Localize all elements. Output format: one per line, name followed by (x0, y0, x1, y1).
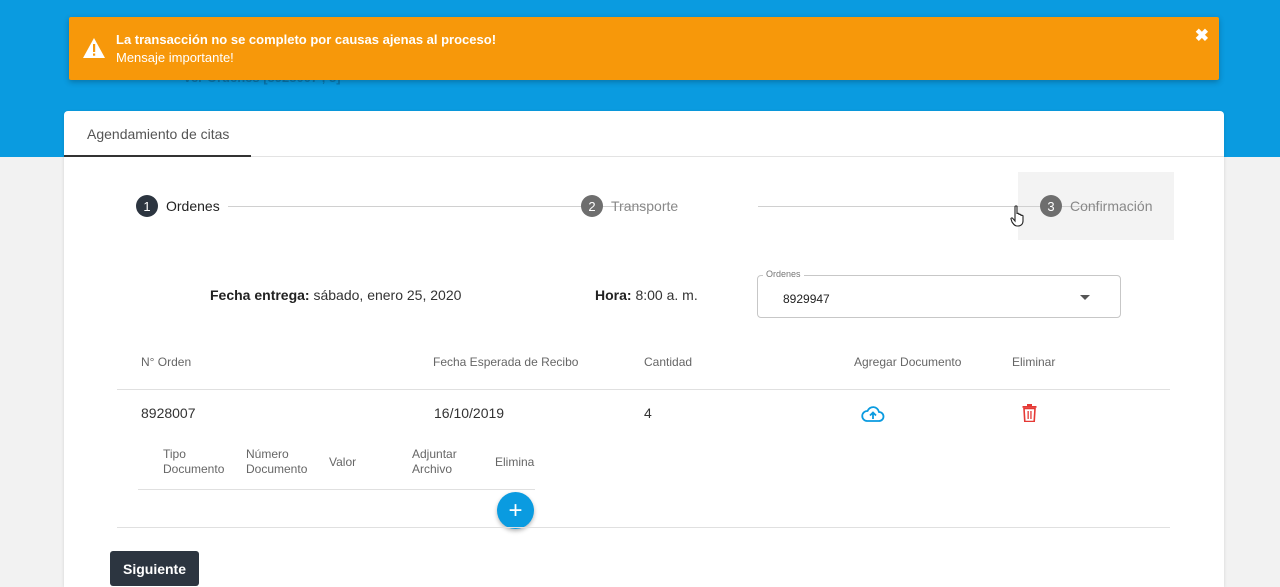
hora-value: 8:00 a. m. (635, 287, 698, 303)
hand-cursor-icon (1010, 205, 1024, 227)
fecha-label: Fecha entrega: (210, 287, 310, 303)
ordenes-select[interactable]: Ordenes 8929947 (757, 269, 1121, 318)
step-number: 2 (581, 195, 603, 217)
subtable-divider (138, 489, 535, 490)
trash-icon[interactable] (1022, 404, 1037, 422)
ordenes-select-value: 8929947 (783, 292, 830, 306)
close-icon[interactable]: ✖ (1195, 26, 1209, 46)
alert-subtitle: Mensaje importante! (116, 50, 234, 65)
step-confirmacion[interactable]: 3 Confirmación (1040, 195, 1152, 217)
chevron-down-icon[interactable] (1080, 295, 1090, 300)
subcol-header-tipo-text: Tipo Documento (163, 447, 225, 476)
cloud-upload-icon[interactable] (861, 404, 885, 424)
col-header-eliminar: Eliminar (1012, 355, 1056, 369)
warning-icon (83, 38, 105, 58)
cell-cantidad: 4 (644, 405, 652, 421)
table-bottom-divider (117, 527, 1170, 528)
subcol-header-numero: Número Documento (246, 447, 307, 477)
alert-title: La transacción no se completo por causas… (116, 32, 497, 47)
tab-agendamiento[interactable]: Agendamiento de citas (64, 111, 251, 157)
subcol-header-tipo: Tipo Documento (163, 447, 224, 477)
step-label: Ordenes (166, 198, 220, 214)
tab-bar: Agendamiento de citas (64, 111, 1224, 157)
subcol-header-numero-text: Número Documento (246, 447, 308, 476)
fecha-entrega: Fecha entrega: sábado, enero 25, 2020 (210, 287, 461, 303)
error-alert: La transacción no se completo por causas… (69, 17, 1219, 80)
ordenes-select-label: Ordenes (763, 269, 804, 279)
cell-orden: 8928007 (141, 405, 196, 421)
next-button[interactable]: Siguiente (110, 551, 199, 586)
subcol-header-eliminar: Elimina (495, 455, 535, 469)
step-label: Confirmación (1070, 198, 1153, 214)
hora-label: Hora: (595, 287, 632, 303)
main-card: Agendamiento de citas 1 Ordenes 2 Transp… (64, 111, 1224, 587)
subcol-header-adjuntar: Adjuntar Archivo (412, 447, 457, 477)
step-label: Transporte (611, 198, 679, 214)
subcol-header-adjuntar-text: Adjuntar Archivo (412, 447, 457, 476)
col-header-orden: N° Orden (141, 355, 192, 369)
fecha-value: sábado, enero 25, 2020 (313, 287, 462, 303)
col-header-agregar: Agregar Documento (854, 355, 962, 369)
step-number: 1 (136, 195, 158, 217)
col-header-cantidad: Cantidad (644, 355, 693, 369)
step-ordenes[interactable]: 1 Ordenes (136, 195, 220, 217)
step-transporte[interactable]: 2 Transporte (581, 195, 678, 217)
subcol-header-valor: Valor (329, 455, 357, 469)
cell-fecha: 16/10/2019 (434, 405, 505, 421)
step-number: 3 (1040, 195, 1062, 217)
hora: Hora: 8:00 a. m. (595, 287, 698, 303)
table-divider (117, 389, 1170, 390)
add-document-button[interactable]: + (497, 492, 534, 529)
col-header-fecha: Fecha Esperada de Recibo (433, 355, 579, 369)
